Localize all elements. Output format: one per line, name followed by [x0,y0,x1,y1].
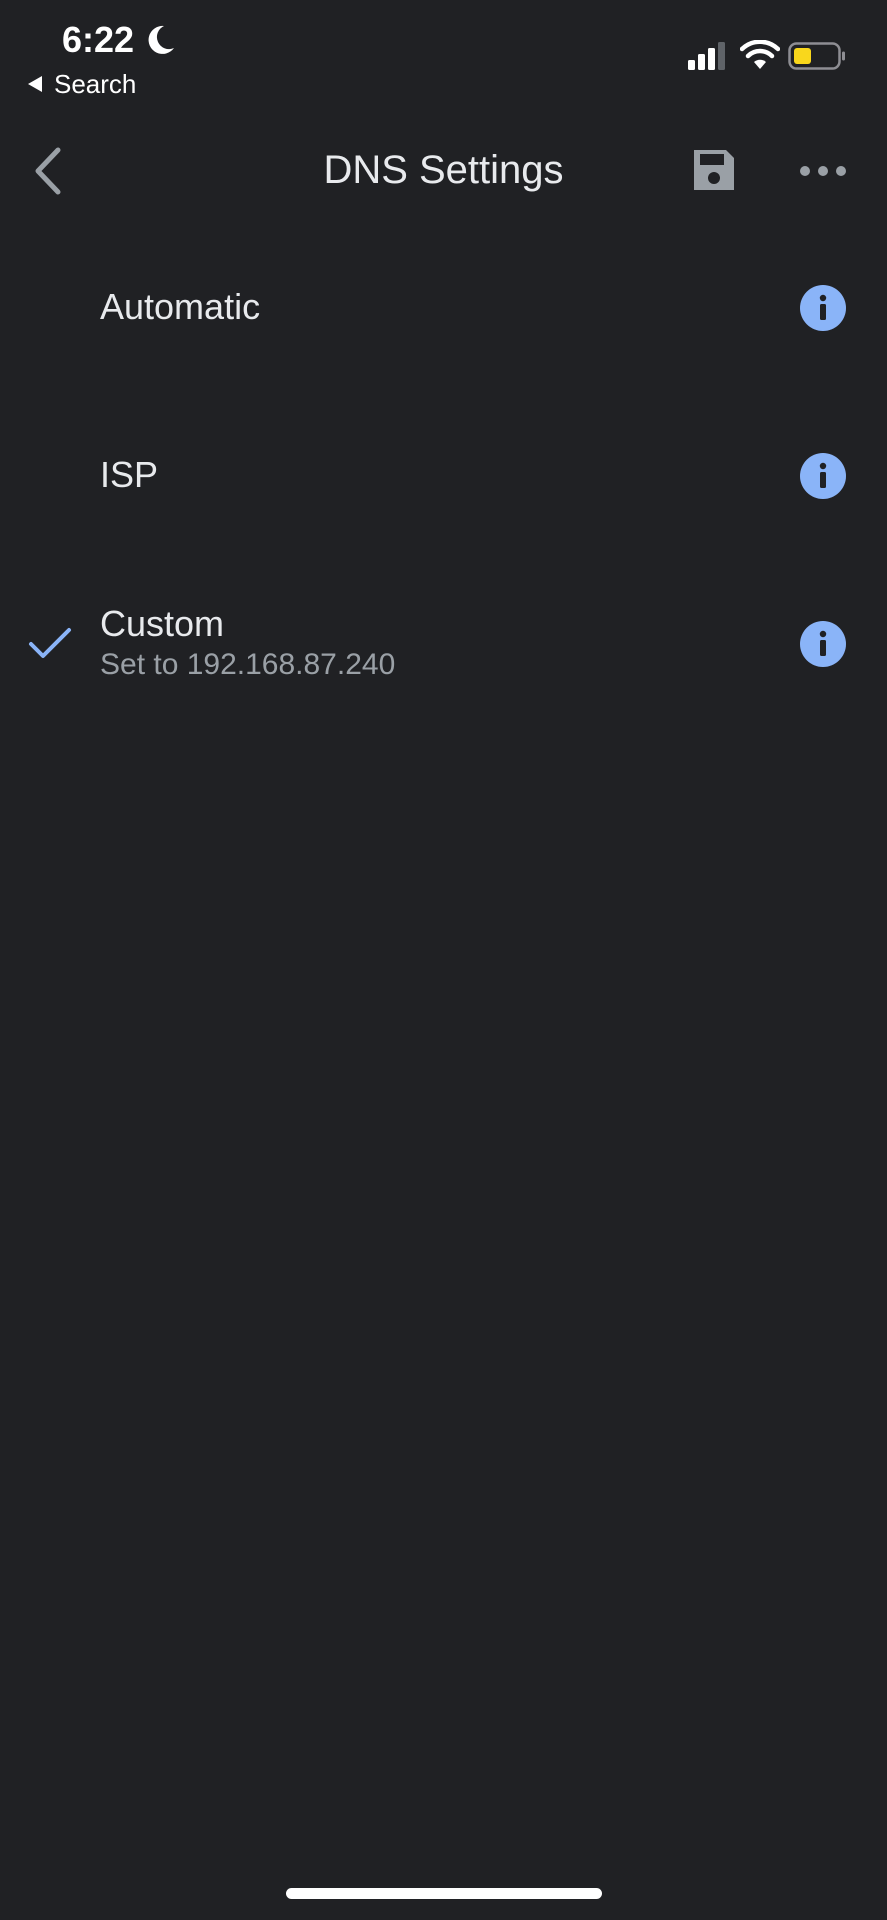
home-indicator[interactable] [286,1888,602,1899]
back-triangle-icon [28,76,42,92]
info-icon[interactable] [800,453,846,499]
dns-option-subtitle: Set to 192.168.87.240 [100,648,396,681]
status-time: 6:22 [62,19,135,60]
back-app-label: Search [54,69,137,99]
checkmark-icon [29,628,71,658]
info-icon[interactable] [800,621,846,667]
dns-option-label: Custom [100,603,225,644]
dns-option-custom[interactable]: Custom Set to 192.168.87.240 [0,590,887,700]
battery-icon [788,42,845,70]
dns-option-automatic[interactable]: Automatic [0,258,887,358]
dns-option-label: ISP [100,454,159,495]
cellular-signal-icon [688,42,725,70]
back-to-app-link[interactable]: Search [28,66,136,102]
dns-option-label: Automatic [100,286,261,327]
page-title: DNS Settings [323,148,564,192]
dns-option-isp[interactable]: ISP [0,426,887,526]
info-icon[interactable] [800,285,846,331]
moon-icon [148,25,174,54]
more-horiz-icon[interactable] [798,160,848,182]
save-icon[interactable] [690,146,738,194]
wifi-icon [740,40,780,69]
